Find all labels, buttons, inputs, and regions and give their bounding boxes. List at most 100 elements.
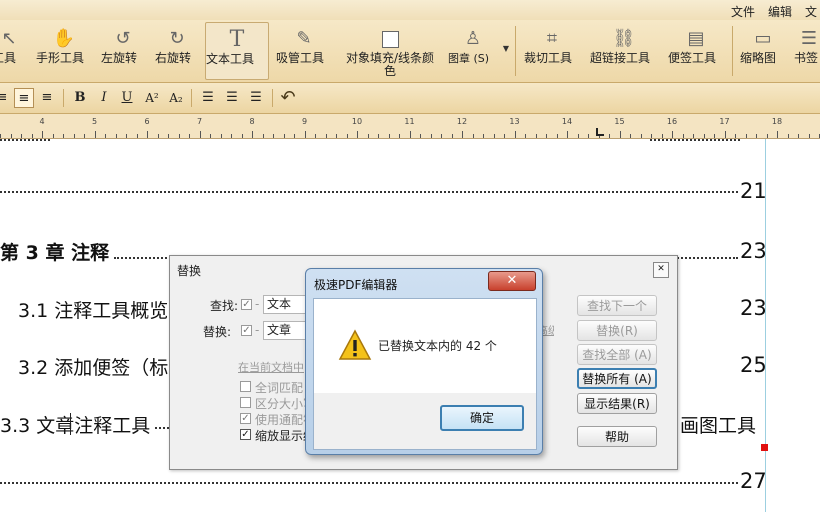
find-option-checkbox[interactable]: ✓ (241, 299, 252, 310)
ruler-tick (809, 134, 810, 138)
tool-hyperlink[interactable]: ⛓ 超链接工具 (590, 22, 658, 78)
message-box-body: 已替换文本内的 42 个 确定 (313, 298, 537, 450)
ruler-tick (357, 131, 358, 138)
toc-dots (155, 427, 169, 429)
ruler-tick (525, 134, 526, 138)
ruler-number: 11 (404, 117, 415, 126)
toc-entry-chapter3[interactable]: 第 3 章 注释 (0, 238, 109, 265)
list-icon[interactable]: ☰ (198, 88, 218, 108)
ruler-tick (168, 134, 169, 138)
wildcard-checkbox[interactable]: ✓ (240, 413, 251, 424)
tool-select[interactable]: ↖ 工具 (0, 22, 26, 78)
tool-thumbnail[interactable]: ▭ 缩略图 (740, 22, 786, 78)
superscript-button[interactable]: A² (142, 88, 162, 108)
ruler-tick (756, 134, 757, 138)
ruler-tick (609, 134, 610, 138)
ruler-margin-marker[interactable] (596, 128, 604, 136)
text-tool-icon: T (229, 27, 245, 52)
tool-stamp[interactable]: ♙ 图章 (S) (448, 22, 498, 78)
find-all-button[interactable]: 查找全部 (A) (577, 344, 657, 365)
subscript-button[interactable]: A₂ (166, 88, 186, 108)
toc-entry-3-1[interactable]: 3.1 注释工具概览 (18, 296, 168, 323)
tool-crop[interactable]: ⌗ 裁切工具 (524, 22, 580, 78)
ruler-number: 18 (771, 117, 783, 126)
zoom-results-checkbox[interactable]: ✓ (240, 429, 251, 440)
ruler-tick (126, 134, 127, 138)
align-right-icon[interactable]: ≡ (14, 88, 34, 108)
ruler-tick (147, 131, 148, 138)
ruler-tick (504, 134, 505, 138)
ruler-tick (263, 134, 264, 138)
ruler-number: 12 (456, 117, 468, 126)
ruler-tick (273, 134, 274, 138)
ruler-tick (557, 134, 558, 138)
thumbnail-icon: ▭ (754, 28, 772, 49)
toc-entry-3-2[interactable]: 3.2 添加便签（标 (18, 353, 168, 380)
bookmark-icon: ☰ (800, 28, 818, 49)
ruler-number: 17 (719, 117, 730, 126)
whole-word-checkbox[interactable] (240, 381, 251, 392)
ruler-tick (578, 134, 579, 138)
ruler-tick (641, 134, 642, 138)
tool-hand[interactable]: ✋ 手形工具 (36, 22, 92, 78)
ruler-tick (105, 134, 106, 138)
close-icon[interactable]: ✕ (653, 262, 669, 278)
replace-all-button[interactable]: 替换所有 (A) (577, 368, 657, 389)
replace-option-checkbox[interactable]: ✓ (241, 325, 252, 336)
message-box: 极速PDF编辑器 ✕ 已替换文本内的 42 个 确定 (305, 268, 543, 455)
ruler-tick (368, 134, 369, 138)
crop-icon: ⌗ (546, 28, 558, 49)
underline-button[interactable]: U (117, 88, 137, 108)
indent-icon[interactable]: ☰ (222, 88, 242, 108)
bold-button[interactable]: B (70, 88, 90, 108)
ruler-tick (53, 134, 54, 138)
text-cursor (70, 413, 71, 435)
tool-rotate-right[interactable]: ↻ 右旋转 (155, 22, 199, 78)
dialog-title: 替换 (177, 264, 202, 278)
page-number: 27 (740, 469, 765, 493)
toc-entry-3-3[interactable]: 3.3 文章注释工具 (0, 411, 150, 438)
replace-label: 替换: (203, 325, 232, 339)
ruler-number: 13 (509, 117, 520, 126)
ruler-tick (326, 134, 327, 138)
close-icon[interactable]: ✕ (488, 271, 536, 291)
justify-icon[interactable]: ≡ (37, 88, 57, 108)
tool-text[interactable]: T 文本工具 (205, 22, 269, 80)
align-left-icon[interactable]: ≡ (0, 88, 12, 108)
spacing-icon[interactable]: ☰ (246, 88, 266, 108)
ruler-tick (284, 134, 285, 138)
tool-eyedropper[interactable]: ✎ 吸管工具 (276, 22, 332, 78)
ruler-tick (452, 134, 453, 138)
main-toolbar: ↖ 工具 ✋ 手形工具 ↺ 左旋转 ↻ 右旋转 T 文本工具 ✎ 吸管工具 对象… (0, 20, 820, 83)
ruler-tick (662, 134, 663, 138)
tool-note[interactable]: ▤ 便签工具 (668, 22, 724, 78)
ruler-tick (189, 134, 190, 138)
ruler-tick (158, 134, 159, 138)
stamp-dropdown-icon[interactable]: ▼ (500, 44, 512, 56)
ruler-tick (410, 131, 411, 138)
menu-edit[interactable]: 编辑 (768, 3, 792, 20)
replace-button[interactable]: 替换(R) (577, 320, 657, 341)
tool-fill-color[interactable]: 对象填充/线条颜色 (342, 22, 438, 78)
rotate-left-icon: ↺ (115, 28, 131, 49)
menu-file[interactable]: 文件 (731, 3, 755, 20)
ruler-tick (0, 134, 1, 138)
ruler-tick (74, 134, 75, 138)
ok-button[interactable]: 确定 (440, 405, 524, 431)
show-results-button[interactable]: 显示结果(R) (577, 393, 657, 414)
italic-button[interactable]: I (94, 88, 114, 108)
help-button[interactable]: 帮助 (577, 426, 657, 447)
undo-icon[interactable]: ↶ (278, 88, 298, 108)
tool-rotate-left[interactable]: ↺ 左旋转 (101, 22, 145, 78)
selection-handle[interactable] (761, 444, 768, 451)
ruler-tick (242, 134, 243, 138)
replace-separator: - (255, 323, 260, 337)
ruler-tick (431, 134, 432, 138)
ruler-number: 14 (561, 117, 573, 126)
ruler-tick (693, 134, 694, 138)
find-next-button[interactable]: 查找下一个 (577, 295, 657, 316)
match-case-checkbox[interactable] (240, 397, 251, 408)
pointer-icon: ↖ (1, 28, 17, 49)
tool-bookmark[interactable]: ☰ 书签 (794, 22, 820, 78)
ruler-tick (84, 134, 85, 138)
